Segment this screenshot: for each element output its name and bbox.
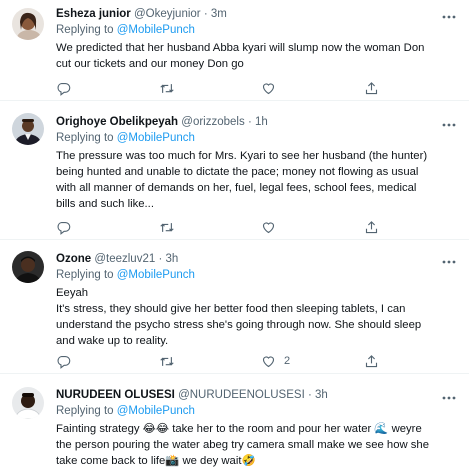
tweet-header: NURUDEEN OLUSESI @NURUDEENOLUSESI · 3h: [56, 386, 457, 404]
display-name[interactable]: NURUDEEN OLUSESI: [56, 389, 175, 401]
avatar[interactable]: [12, 8, 44, 40]
mention-link[interactable]: @MobilePunch: [117, 132, 195, 144]
replying-to: Replying to @MobilePunch: [56, 131, 457, 146]
like-icon: [261, 81, 276, 96]
display-name[interactable]: Ozone: [56, 253, 91, 265]
tweet-actions: [56, 79, 396, 97]
retweet-icon: [159, 220, 175, 235]
display-name[interactable]: Orighoye Obelikpeyah: [56, 116, 178, 128]
share-icon: [364, 354, 379, 369]
avatar[interactable]: [12, 113, 44, 145]
tweet-text-line: the person pouring the water abeg try ca…: [56, 439, 429, 451]
tweet-actions: 2: [56, 352, 396, 370]
share-button[interactable]: [364, 79, 379, 97]
reply-icon: [56, 81, 71, 96]
reply-button[interactable]: [56, 79, 79, 97]
tweet-text: Eeyah It's stress, they should give her …: [56, 285, 457, 349]
separator: ·: [307, 389, 312, 401]
tweet-text-line: We predicted that her husband Abba kyari…: [56, 42, 425, 54]
replying-to-label: Replying to: [56, 24, 117, 36]
replying-to: Replying to @MobilePunch: [56, 23, 457, 38]
timestamp[interactable]: 3m: [211, 8, 227, 20]
tweet-text-line: and wake up to reality.: [56, 335, 169, 347]
like-icon: [261, 354, 276, 369]
more-horizontal-icon[interactable]: [441, 256, 457, 272]
mention-link[interactable]: @MobilePunch: [117, 405, 195, 417]
tweet-text-line: Fainting strategy 😂😂 take her to the roo…: [56, 423, 422, 435]
retweet-icon: [159, 81, 175, 96]
tweet-header: Ozone @teezluv21 · 3h: [56, 250, 457, 268]
tweet-text-line: It's stress, they should give her better…: [56, 303, 406, 315]
tweet-text-line: understand the psycho stress she's going…: [56, 319, 422, 331]
tweet-text: The pressure was too much for Mrs. Kyari…: [56, 148, 457, 212]
tweet-header: Orighoye Obelikpeyah @orizzobels · 1h: [56, 113, 457, 131]
tweet-text-line: bills and such like...: [56, 198, 154, 210]
share-icon: [364, 81, 379, 96]
tweet[interactable]: Esheza junior @Okeyjunior · 3m Replying …: [0, 0, 469, 101]
mention-link[interactable]: @MobilePunch: [117, 24, 195, 36]
tweet-text: We predicted that her husband Abba kyari…: [56, 40, 457, 72]
tweet-text-line: with all manner of demands on her, fuel,…: [56, 182, 417, 194]
tweet-text-line: take come back to life📸 we dey wait🤣: [56, 455, 256, 467]
tweet-actions: [56, 218, 396, 236]
display-name[interactable]: Esheza junior: [56, 8, 131, 20]
reply-button[interactable]: [56, 218, 79, 236]
replying-to: Replying to @MobilePunch: [56, 268, 457, 283]
reply-icon: [56, 220, 71, 235]
tweet[interactable]: Orighoye Obelikpeyah @orizzobels · 1h Re…: [0, 101, 469, 240]
separator: ·: [247, 116, 252, 128]
share-button[interactable]: [364, 352, 379, 370]
share-button[interactable]: [364, 218, 379, 236]
timestamp[interactable]: 3h: [166, 253, 179, 265]
replying-to-label: Replying to: [56, 405, 117, 417]
user-handle[interactable]: @teezluv21: [94, 253, 155, 265]
like-icon: [261, 220, 276, 235]
tweet-text-line: The pressure was too much for Mrs. Kyari…: [56, 150, 428, 162]
separator: ·: [158, 253, 163, 265]
reply-button[interactable]: [56, 352, 79, 370]
timestamp[interactable]: 1h: [255, 116, 268, 128]
tweet-text-line: Eeyah: [56, 287, 89, 299]
retweet-button[interactable]: [159, 79, 183, 97]
mention-link[interactable]: @MobilePunch: [117, 269, 195, 281]
separator: ·: [203, 8, 208, 20]
tweet[interactable]: Ozone @teezluv21 · 3h Replying to @Mobil…: [0, 240, 469, 374]
tweet-text: Fainting strategy 😂😂 take her to the roo…: [56, 421, 457, 469]
replying-to-label: Replying to: [56, 132, 117, 144]
tweet-text-line: cut our tickets and our money Don go: [56, 58, 244, 70]
more-horizontal-icon[interactable]: [441, 392, 457, 408]
tweet-text-line: being hunted and unable to dictate the p…: [56, 166, 419, 178]
tweet[interactable]: NURUDEEN OLUSESI @NURUDEENOLUSESI · 3h R…: [0, 374, 469, 471]
replying-to: Replying to @MobilePunch: [56, 404, 457, 419]
user-handle[interactable]: @NURUDEENOLUSESI: [178, 389, 305, 401]
like-count: 2: [284, 355, 291, 367]
share-icon: [364, 220, 379, 235]
retweet-button[interactable]: [159, 352, 183, 370]
retweet-button[interactable]: [159, 218, 183, 236]
reply-icon: [56, 354, 71, 369]
timestamp[interactable]: 3h: [315, 389, 328, 401]
more-horizontal-icon[interactable]: [441, 11, 457, 27]
tweet-header: Esheza junior @Okeyjunior · 3m: [56, 5, 457, 23]
reply-feed: Esheza junior @Okeyjunior · 3m Replying …: [0, 0, 469, 471]
retweet-icon: [159, 354, 175, 369]
replying-to-label: Replying to: [56, 269, 117, 281]
avatar[interactable]: [12, 387, 44, 419]
user-handle[interactable]: @orizzobels: [181, 116, 244, 128]
more-horizontal-icon[interactable]: [441, 119, 457, 135]
like-button[interactable]: 2: [261, 352, 290, 370]
user-handle[interactable]: @Okeyjunior: [134, 8, 201, 20]
like-button[interactable]: [261, 218, 284, 236]
like-button[interactable]: [261, 79, 284, 97]
avatar[interactable]: [12, 251, 44, 283]
